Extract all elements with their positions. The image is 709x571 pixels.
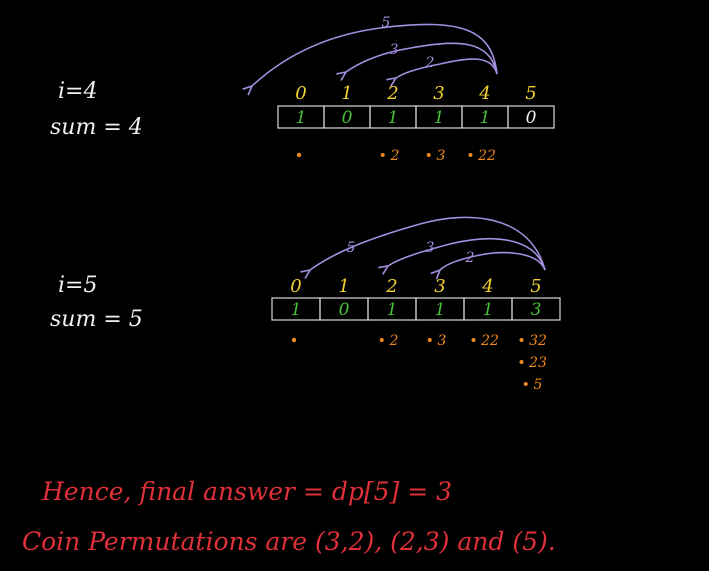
permutation-text: 2: [389, 333, 399, 349]
step1-arrows: 5 3 2: [242, 15, 498, 96]
empty-permutation-dot: [296, 152, 302, 158]
dp-cell-value: 1: [387, 300, 398, 320]
index-label: 3: [433, 83, 444, 104]
step1-i-label: i=4: [58, 79, 97, 104]
permutation-text: 32: [529, 333, 547, 349]
permutation-text: 3: [437, 148, 446, 164]
index-label: 3: [434, 276, 445, 297]
permutation-bullet: [523, 382, 528, 386]
dp-cell-value: 1: [296, 108, 307, 128]
transition-arrow: [242, 23, 498, 96]
step-i5: i=5 sum = 5 5 32 012345 101113 2 3 22 32235: [50, 216, 561, 393]
dp-cell-value: 1: [483, 300, 494, 320]
permutation-bullet: [468, 153, 473, 157]
dp-cell-value: 1: [291, 300, 302, 320]
dp-cell-value: 3: [531, 300, 542, 320]
step2-i-label: i=5: [58, 273, 97, 298]
transition-arrow: [430, 251, 546, 280]
permutation-bullet: [379, 338, 384, 342]
index-label: 4: [478, 83, 490, 104]
index-label: 1: [338, 276, 349, 297]
step2-dp-array: 1 0 1 1 1 3: [271, 297, 561, 321]
dp-cell-value: 1: [434, 108, 445, 128]
dp-cell-value: 1: [480, 108, 491, 128]
step2-permutations: 2 3 22 32235: [291, 333, 547, 393]
step-i4: i=4 sum = 4 5 3 2 0 1 2 3 4 5 1 0 1 1 1 0 2 3 22: [50, 15, 555, 164]
index-label: 0: [290, 276, 301, 297]
permutation-text: 2: [390, 148, 400, 164]
arrow-coin-label: 2: [465, 250, 475, 266]
permutation-text: 23: [528, 355, 547, 371]
permutation-bullet: [426, 153, 431, 157]
transition-arrow: [386, 58, 498, 87]
whiteboard-canvas: i=4 sum = 4 532 012345 101110 2 3 22 i=5 s…: [22, 15, 561, 556]
dp-cell-value: 1: [388, 108, 399, 128]
permutation-text: 22: [480, 333, 499, 349]
index-label: 5: [525, 83, 536, 104]
dp-cell-value: 1: [435, 300, 446, 320]
index-label: 1: [341, 83, 352, 104]
permutation-bullet: [519, 338, 524, 342]
conclusion-permutations: Coin Permutations are (3,2), (2,3) and (…: [22, 527, 556, 556]
arrow-coin-label: 5: [382, 15, 391, 31]
step1-dp-array: 1 0 1 1 1 0: [277, 105, 555, 129]
conclusion-answer: Hence, final answer = dp[5] = 3: [41, 477, 452, 506]
step1-sum-label: sum = 4: [50, 115, 143, 140]
dp-cell-value: 0: [342, 108, 353, 128]
permutation-text: 5: [534, 377, 543, 393]
index-label: 2: [385, 276, 397, 297]
step2-index-row: 0 1 2 3 4 5: [290, 276, 541, 297]
permutation-bullet: [427, 338, 432, 342]
index-label: 0: [295, 83, 306, 104]
permutation-bullet: [519, 360, 524, 364]
empty-permutation-dot: [291, 337, 297, 343]
index-label: 2: [386, 83, 398, 104]
arrow-coin-label: 3: [390, 42, 399, 58]
dp-cell-value: 0: [339, 300, 350, 320]
permutation-text: 22: [477, 148, 496, 164]
index-label: 4: [481, 276, 493, 297]
permutation-text: 3: [438, 333, 447, 349]
step2-arrows: 5 3 2: [300, 216, 546, 280]
step1-index-row: 0 1 2 3 4 5: [295, 83, 536, 104]
conclusion: Hence, final answer = dp[5] = 3 Coin Per…: [22, 477, 556, 556]
permutation-bullet: [471, 338, 476, 342]
index-label: 5: [530, 276, 541, 297]
arrow-coin-label: 2: [425, 55, 435, 71]
arrow-coin-label: 3: [426, 240, 435, 256]
permutation-bullet: [380, 153, 385, 157]
step1-permutations: 2 3 22: [296, 148, 496, 164]
arrow-coin-label: 5: [347, 240, 356, 256]
step2-sum-label: sum = 5: [50, 307, 143, 332]
dp-cell-value: 0: [526, 108, 537, 128]
